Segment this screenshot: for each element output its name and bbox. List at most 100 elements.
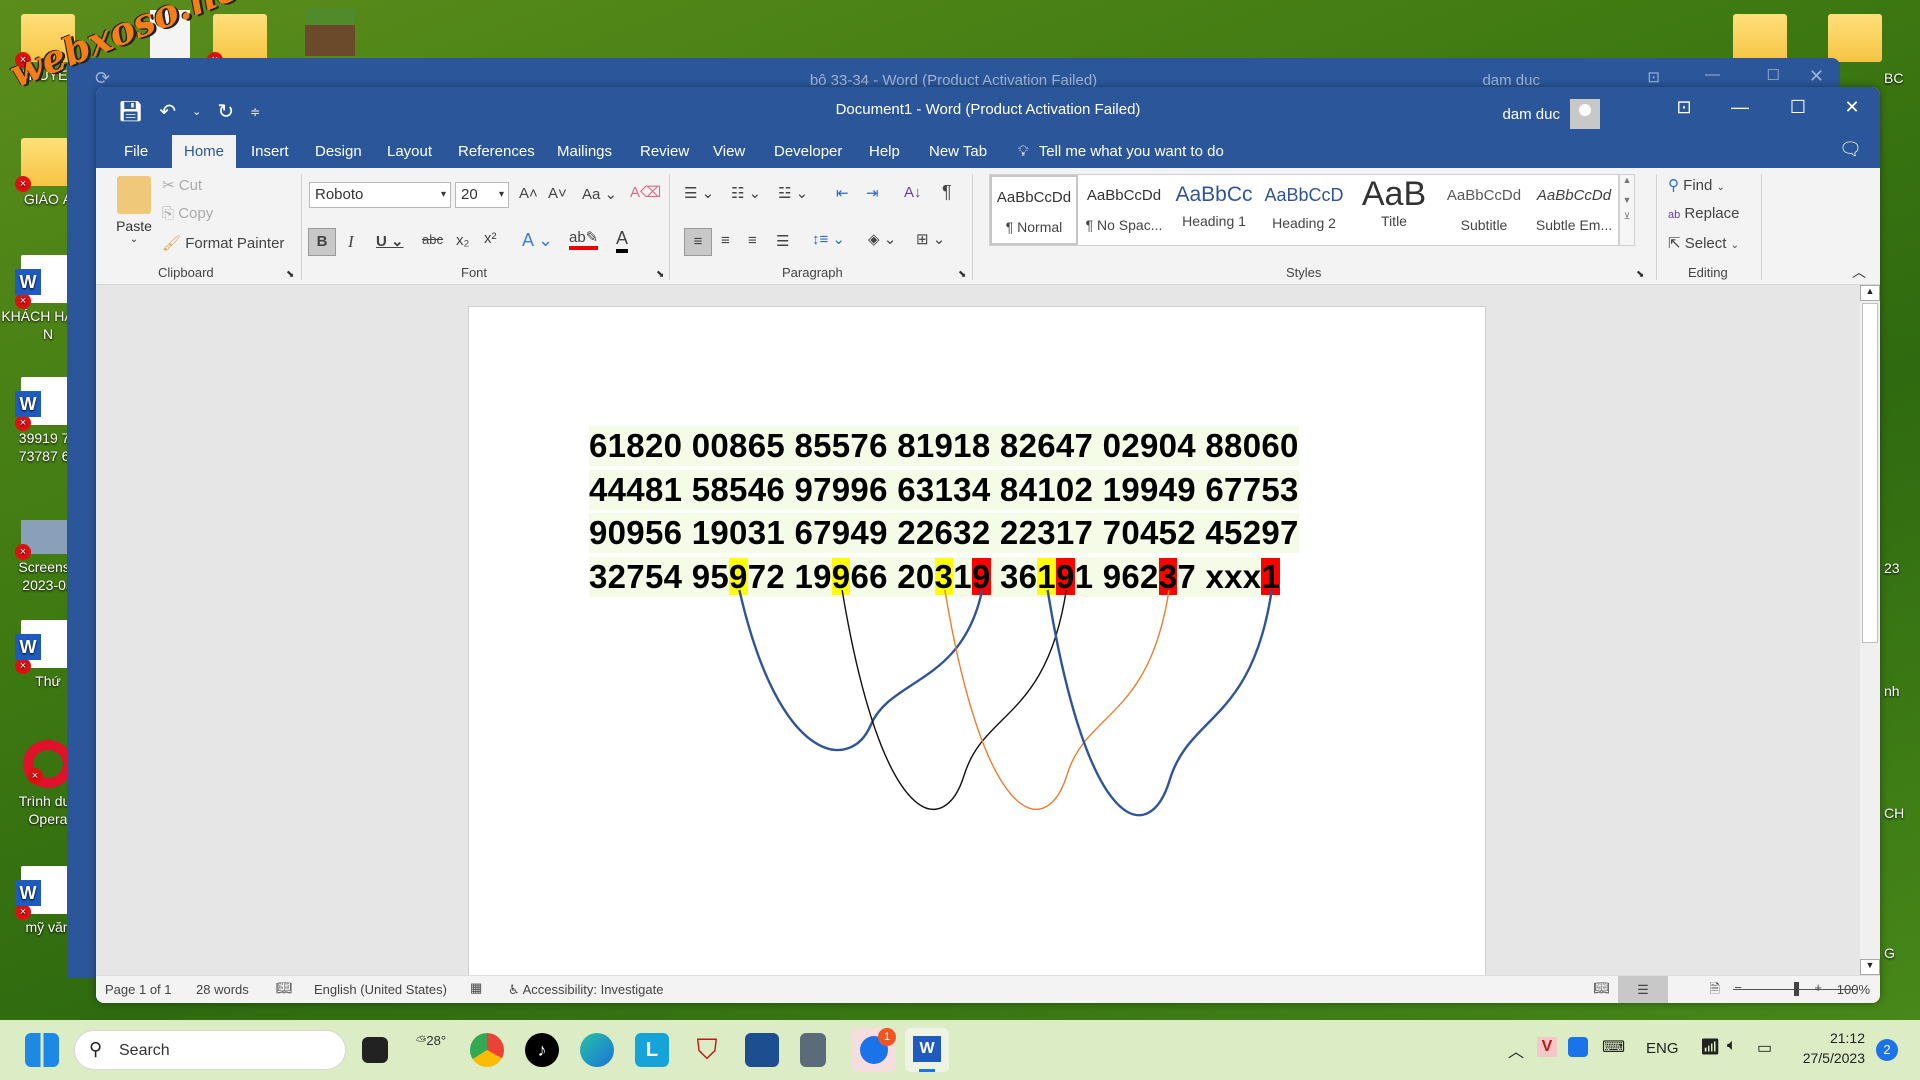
superscript-button[interactable]: x² <box>484 230 497 247</box>
font-name-combobox[interactable]: Roboto ▾ <box>309 182 451 208</box>
desktop-icon-minecraft[interactable] <box>300 8 360 60</box>
macro-icon[interactable]: ▦ <box>470 980 482 996</box>
highlight-color-icon[interactable]: ab✎ <box>569 228 599 250</box>
battery-icon[interactable]: ▭ <box>1757 1038 1772 1058</box>
web-layout-icon[interactable]: 🗎︎ <box>1710 980 1720 1002</box>
close-icon[interactable]: ✕ <box>1809 66 1824 87</box>
tab-developer[interactable]: Developer <box>762 135 854 168</box>
paste-button[interactable]: Paste ⌄ <box>114 176 154 245</box>
tiktok-icon[interactable]: ♪ <box>525 1033 559 1067</box>
start-icon[interactable] <box>25 1033 59 1067</box>
numbering-icon[interactable]: ☷ ⌄ <box>731 184 761 202</box>
grow-font-icon[interactable]: A˄ <box>519 185 538 202</box>
scroll-up-icon[interactable]: ▲ <box>1860 285 1880 301</box>
dialog-launcher-icon[interactable]: ⬊ <box>656 269 664 280</box>
calculator-icon[interactable] <box>800 1033 826 1067</box>
multilevel-list-icon[interactable]: ☳ ⌄ <box>778 184 808 202</box>
subscript-button[interactable]: x₂ <box>456 232 469 249</box>
text-effects-icon[interactable]: A ⌄ <box>522 230 553 251</box>
shrink-font-icon[interactable]: A˅ <box>548 185 567 202</box>
vietkey-icon[interactable]: V <box>1537 1037 1557 1057</box>
replace-button[interactable]: ab Replace <box>1668 205 1739 222</box>
zalo-tray-icon[interactable] <box>1568 1037 1588 1057</box>
borders-icon[interactable]: ⊞ ⌄ <box>916 230 945 248</box>
ribbon-display-options-icon[interactable]: ⊡ <box>1664 97 1704 118</box>
mcafee-icon[interactable]: ⛉ <box>690 1033 724 1067</box>
style-no-spacing[interactable]: AaBbCcDd ¶ No Spac... <box>1080 175 1168 245</box>
tab-layout[interactable]: Layout <box>375 135 444 168</box>
shading-icon[interactable]: ◈ ⌄ <box>868 230 896 248</box>
clear-formatting-icon[interactable]: A⌫ <box>630 183 661 201</box>
bullets-icon[interactable]: ☰ ⌄ <box>684 184 714 202</box>
align-right-icon[interactable]: ≡ <box>748 232 757 249</box>
ribbon-display-icon[interactable]: ⊡ <box>1647 68 1660 86</box>
clock[interactable]: 21:12 27/5/2023 <box>1790 1028 1865 1068</box>
document-page[interactable]: 61820 00865 85576 81918 82647 02904 8806… <box>468 306 1486 1003</box>
keyboard-icon[interactable]: ⌨ <box>1602 1037 1625 1057</box>
sort-icon[interactable]: A↓ <box>904 184 922 201</box>
font-size-combobox[interactable]: 20 ▾ <box>455 182 509 208</box>
word-taskbar-icon[interactable]: W <box>905 1028 949 1072</box>
style-subtitle[interactable]: AaBbCcDd Subtitle <box>1440 175 1528 245</box>
cut-button[interactable]: ✂ Cut <box>162 176 202 194</box>
increase-indent-icon[interactable]: ⇥ <box>866 184 879 202</box>
word-window[interactable]: 💾︎ ↶ ⌄ ↻ ≑ Document1 - Word (Product Act… <box>96 87 1880 1003</box>
connector-curve[interactable] <box>944 589 1170 810</box>
notification-count[interactable]: 2 <box>1876 1039 1898 1061</box>
style-heading-1[interactable]: AaBbCc Heading 1 <box>1170 175 1258 245</box>
account[interactable]: dam duc <box>1502 99 1600 129</box>
input-language[interactable]: ENG <box>1646 1040 1679 1057</box>
tab-mailings[interactable]: Mailings <box>545 135 624 168</box>
task-view-icon[interactable] <box>362 1037 388 1063</box>
scroll-down-icon[interactable]: ▼ <box>1860 959 1880 975</box>
font-color-icon[interactable]: A <box>616 228 629 253</box>
connector-curve[interactable] <box>841 589 1067 810</box>
search-box[interactable]: ⚲ Search <box>74 1030 346 1070</box>
change-case-button[interactable]: Aa ⌄ <box>582 185 617 203</box>
tell-me-box[interactable]: 💡︎ Tell me what you want to do <box>1006 135 1236 168</box>
tab-view[interactable]: View <box>701 135 757 168</box>
close-button[interactable]: ✕ <box>1832 97 1872 118</box>
style-normal[interactable]: AaBbCcDd ¶ Normal <box>990 175 1078 245</box>
select-button[interactable]: ⇱ Select ⌄ <box>1668 234 1739 252</box>
italic-button[interactable]: I <box>348 232 354 252</box>
style-title[interactable]: AaB Title <box>1350 175 1438 245</box>
more-styles-icon[interactable]: ⊻ <box>1620 211 1634 222</box>
justify-icon[interactable]: ☰ <box>776 232 789 250</box>
tab-design[interactable]: Design <box>303 135 374 168</box>
tab-home[interactable]: Home <box>172 135 237 168</box>
maximize-button[interactable]: ☐ <box>1778 97 1818 118</box>
underline-button[interactable]: U ⌄ <box>376 232 404 250</box>
tab-review[interactable]: Review <box>628 135 701 168</box>
align-left-button[interactable]: ≡ <box>684 228 712 256</box>
style-heading-2[interactable]: AaBbCcD Heading 2 <box>1260 175 1348 245</box>
chrome-icon[interactable] <box>470 1033 504 1067</box>
app-l-icon[interactable]: L <box>635 1033 669 1067</box>
scroll-up-icon[interactable]: ▲ <box>1620 175 1634 185</box>
edge-icon[interactable] <box>580 1033 614 1067</box>
find-button[interactable]: ⚲ Find ⌄ <box>1668 176 1725 194</box>
copy-button[interactable]: ⎘ Copy <box>162 205 213 222</box>
dialog-launcher-icon[interactable]: ⬊ <box>1636 269 1644 280</box>
print-layout-icon[interactable]: ☰ <box>1618 976 1668 1003</box>
format-painter-button[interactable]: 🖌︎ Format Painter <box>162 234 284 252</box>
style-subtle-emphasis[interactable]: AaBbCcDd Subtle Em... <box>1530 175 1618 245</box>
maximize-icon[interactable]: ☐ <box>1767 66 1780 84</box>
scrollbar-thumb[interactable] <box>1862 303 1878 643</box>
minimize-button[interactable]: — <box>1720 97 1760 118</box>
bold-button[interactable]: B <box>308 228 336 256</box>
read-mode-icon[interactable]: 📖︎ <box>1593 980 1610 996</box>
dialog-launcher-icon[interactable]: ⬊ <box>286 269 294 280</box>
volume-icon[interactable]: 🔈︎ <box>1727 1037 1737 1055</box>
word-count[interactable]: 28 words <box>196 982 249 997</box>
scroll-down-icon[interactable]: ▼ <box>1620 195 1634 205</box>
tab-insert[interactable]: Insert <box>239 135 301 168</box>
tab-help[interactable]: Help <box>857 135 912 168</box>
collapse-ribbon-icon[interactable]: ︿ <box>1852 262 1866 282</box>
vertical-scrollbar[interactable]: ▲ ▼ <box>1860 285 1880 975</box>
tab-file[interactable]: File <box>112 135 160 168</box>
connector-curve[interactable] <box>738 589 984 752</box>
zoom-out-icon[interactable]: − <box>1734 980 1742 995</box>
wifi-icon[interactable]: 📶︎ <box>1700 1037 1720 1057</box>
dialog-launcher-icon[interactable]: ⬊ <box>958 269 966 280</box>
